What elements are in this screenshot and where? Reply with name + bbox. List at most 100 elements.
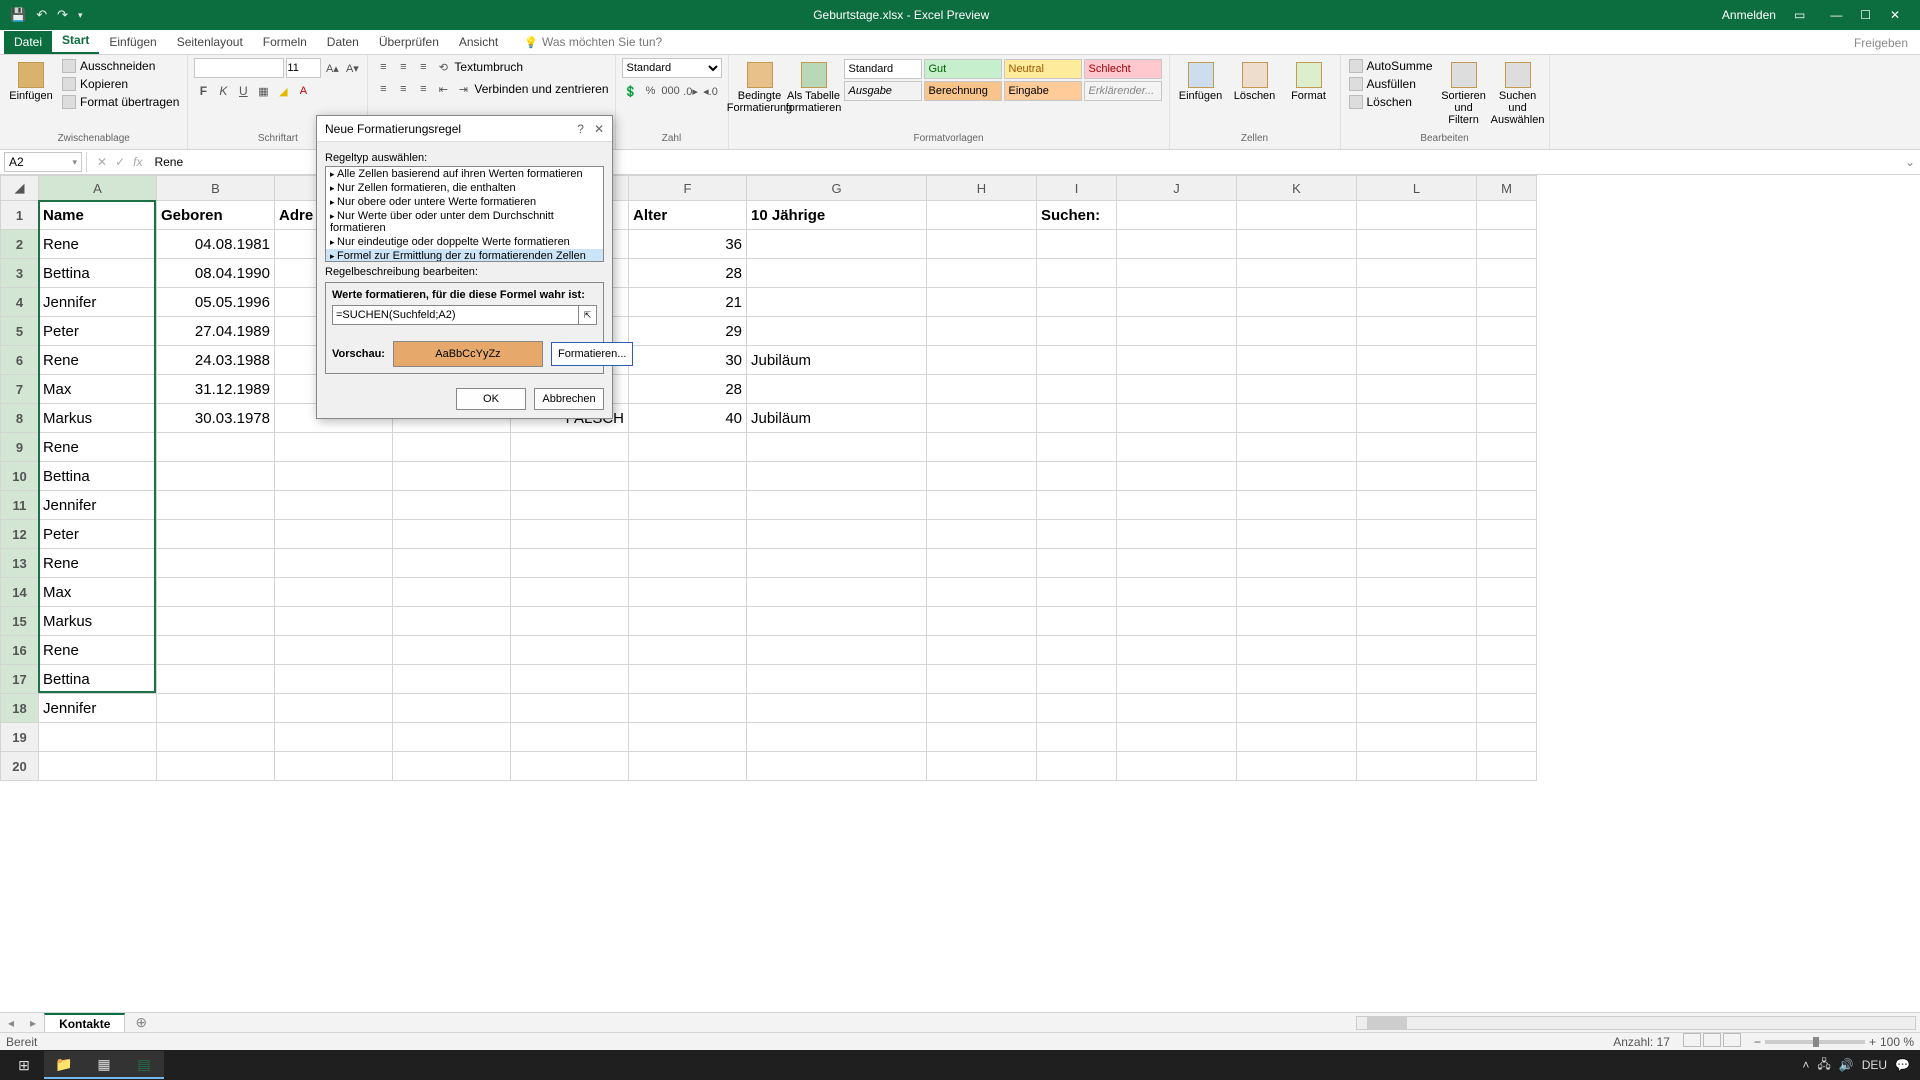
cell[interactable]: 28	[629, 259, 747, 288]
dec-decimal-icon[interactable]: ◂.0	[702, 82, 720, 100]
shrink-font-icon[interactable]: A▾	[343, 59, 361, 77]
zoom-slider[interactable]	[1765, 1040, 1865, 1044]
cell[interactable]	[629, 433, 747, 462]
cell[interactable]	[927, 375, 1037, 404]
cell[interactable]	[927, 491, 1037, 520]
col-header[interactable]: J	[1117, 176, 1237, 201]
cell[interactable]	[511, 520, 629, 549]
row-header[interactable]: 19	[1, 723, 39, 752]
cell[interactable]	[927, 665, 1037, 694]
autosum-button[interactable]: AutoSumme	[1347, 58, 1435, 74]
cell[interactable]	[1357, 201, 1477, 230]
cell[interactable]: Rene	[39, 230, 157, 259]
style-schlecht[interactable]: Schlecht	[1084, 59, 1162, 79]
cell[interactable]	[747, 230, 927, 259]
cell[interactable]	[629, 723, 747, 752]
cell[interactable]	[1357, 752, 1477, 781]
cell[interactable]	[1237, 462, 1357, 491]
cell[interactable]	[1237, 694, 1357, 723]
sheet-nav-next[interactable]: ▸	[22, 1016, 44, 1030]
start-button[interactable]: ⊞	[4, 1051, 44, 1079]
delete-cells-button[interactable]: Löschen	[1230, 58, 1280, 102]
cell[interactable]	[511, 578, 629, 607]
cell[interactable]	[1117, 317, 1237, 346]
cell[interactable]	[1237, 259, 1357, 288]
cell[interactable]	[927, 433, 1037, 462]
row-header[interactable]: 14	[1, 578, 39, 607]
cell[interactable]	[275, 578, 393, 607]
cell[interactable]	[1117, 404, 1237, 433]
cell[interactable]	[747, 375, 927, 404]
find-select-button[interactable]: Suchen und Auswählen	[1493, 58, 1543, 126]
cell[interactable]	[1117, 636, 1237, 665]
zoom-out-icon[interactable]: −	[1754, 1035, 1761, 1049]
tray-volume-icon[interactable]: 🔊	[1839, 1058, 1854, 1072]
cell[interactable]	[927, 520, 1037, 549]
cell[interactable]	[1477, 694, 1537, 723]
close-icon[interactable]: ✕	[1888, 8, 1902, 22]
row-header[interactable]: 6	[1, 346, 39, 375]
cell[interactable]	[1037, 578, 1117, 607]
cell[interactable]	[1117, 578, 1237, 607]
cell[interactable]: 30	[629, 346, 747, 375]
cell[interactable]	[157, 723, 275, 752]
cell[interactable]	[393, 723, 511, 752]
cell[interactable]	[1037, 230, 1117, 259]
cell[interactable]: 27.04.1989	[157, 317, 275, 346]
cell[interactable]	[927, 201, 1037, 230]
cell[interactable]	[1357, 665, 1477, 694]
tab-view[interactable]: Ansicht	[449, 31, 508, 54]
orientation-icon[interactable]: ⟲	[434, 58, 452, 76]
tab-review[interactable]: Überprüfen	[369, 31, 449, 54]
cell[interactable]: Alter	[629, 201, 747, 230]
cell[interactable]	[747, 520, 927, 549]
cell[interactable]	[1477, 491, 1537, 520]
cell[interactable]	[393, 694, 511, 723]
tray-network-icon[interactable]: 🖧	[1817, 1055, 1830, 1076]
cell[interactable]	[1117, 491, 1237, 520]
cell[interactable]: 21	[629, 288, 747, 317]
cell[interactable]	[747, 549, 927, 578]
cell[interactable]	[747, 288, 927, 317]
cell[interactable]	[1357, 520, 1477, 549]
tab-start[interactable]: Start	[52, 29, 99, 54]
cell[interactable]	[747, 607, 927, 636]
underline-button[interactable]: U	[234, 82, 252, 100]
cell[interactable]	[927, 607, 1037, 636]
cell[interactable]	[1237, 346, 1357, 375]
cell[interactable]	[511, 433, 629, 462]
cell[interactable]	[275, 462, 393, 491]
font-size-select[interactable]	[286, 58, 321, 78]
cell[interactable]	[1477, 230, 1537, 259]
cell[interactable]	[927, 346, 1037, 375]
cell[interactable]	[1237, 578, 1357, 607]
cell[interactable]	[1037, 346, 1117, 375]
cancel-formula-icon[interactable]: ✕	[97, 155, 107, 169]
row-header[interactable]: 12	[1, 520, 39, 549]
cell[interactable]	[1237, 317, 1357, 346]
cell[interactable]: 40	[629, 404, 747, 433]
cell[interactable]	[157, 549, 275, 578]
cell[interactable]	[1117, 694, 1237, 723]
align-left-icon[interactable]: ≡	[374, 80, 392, 98]
row-header[interactable]: 16	[1, 636, 39, 665]
row-header[interactable]: 2	[1, 230, 39, 259]
cell[interactable]: 24.03.1988	[157, 346, 275, 375]
cell[interactable]	[629, 578, 747, 607]
cell[interactable]	[1477, 346, 1537, 375]
undo-icon[interactable]: ↶	[36, 7, 47, 23]
maximize-icon[interactable]: ☐	[1859, 8, 1873, 22]
paste-button[interactable]: Einfügen	[6, 58, 56, 102]
cell[interactable]	[1357, 549, 1477, 578]
cell[interactable]	[1237, 433, 1357, 462]
cell[interactable]	[927, 549, 1037, 578]
cell[interactable]: Jennifer	[39, 694, 157, 723]
align-bottom-icon[interactable]: ≡	[414, 58, 432, 76]
row-header[interactable]: 15	[1, 607, 39, 636]
fill-color-button[interactable]: ◢	[274, 82, 292, 100]
cell[interactable]	[157, 694, 275, 723]
format-button[interactable]: Formatieren...	[551, 342, 633, 366]
italic-button[interactable]: K	[214, 82, 232, 100]
insert-cells-button[interactable]: Einfügen	[1176, 58, 1226, 102]
zoom-in-icon[interactable]: +	[1869, 1035, 1876, 1049]
